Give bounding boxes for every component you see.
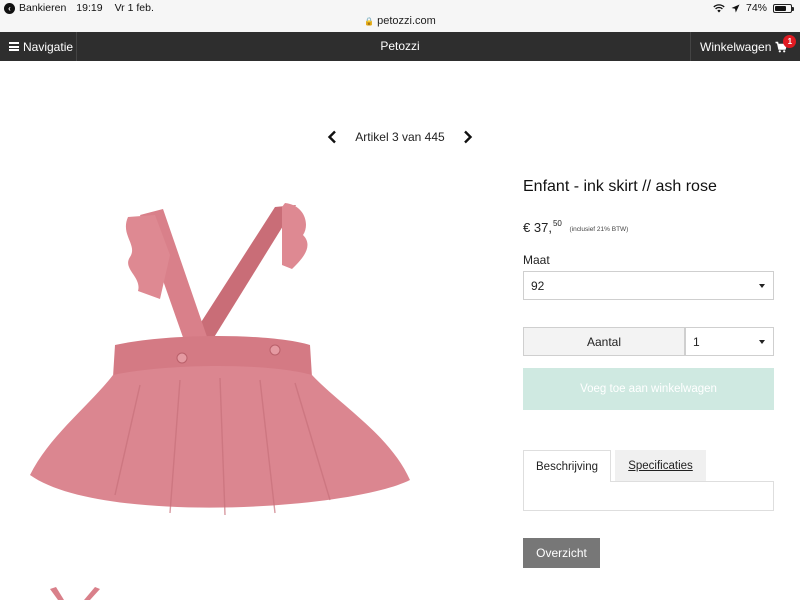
tab-content-panel [523, 481, 774, 511]
shopping-cart-icon: 1 [775, 34, 797, 53]
price-vat-note: (inclusief 21% BTW) [569, 226, 629, 233]
cart-label: Winkelwagen [700, 39, 772, 54]
product-thumbnail[interactable] [40, 585, 110, 600]
back-to-app-icon[interactable]: ‹ [4, 2, 15, 14]
size-label: Maat [523, 253, 550, 267]
product-title: Enfant - ink skirt // ash rose [523, 178, 717, 195]
product-tabs: Beschrijving Specificaties [523, 450, 706, 482]
tab-specifications[interactable]: Specificaties [615, 450, 706, 482]
quantity-label: Aantal [523, 327, 685, 356]
price-currency: € [523, 220, 531, 235]
status-time: 19:19 [76, 2, 103, 14]
battery-icon [773, 3, 794, 13]
status-date: Vr 1 feb. [114, 2, 154, 14]
wifi-icon [713, 3, 725, 12]
quantity-value: 1 [693, 334, 700, 349]
chevron-down-icon [759, 283, 765, 288]
status-left: ‹ Bankieren 19:19 Vr 1 feb. [4, 2, 154, 14]
overview-button[interactable]: Overzicht [523, 538, 600, 568]
battery-level [775, 5, 787, 11]
product-price: € 37,50 (inclusief 21% BTW) [523, 219, 628, 235]
battery-percent: 74% [745, 2, 767, 14]
size-value: 92 [531, 278, 545, 293]
status-bar: ‹ Bankieren 19:19 Vr 1 feb. 🔒 petozzi.com… [0, 0, 800, 32]
previous-article-button[interactable] [325, 126, 339, 148]
product-image[interactable] [20, 195, 420, 540]
article-pager: Artikel 3 van 445 [325, 126, 475, 148]
chevron-down-icon [759, 339, 765, 344]
cart-count-badge: 1 [783, 34, 797, 48]
next-article-button[interactable] [461, 126, 475, 148]
size-select[interactable]: 92 [523, 271, 774, 300]
url-text[interactable]: petozzi.com [377, 15, 436, 27]
add-to-cart-button[interactable]: Voeg toe aan winkelwagen [523, 368, 774, 410]
address-bar[interactable]: 🔒 petozzi.com [0, 15, 800, 27]
lock-icon: 🔒 [364, 17, 375, 26]
tab-description[interactable]: Beschrijving [523, 450, 611, 482]
chevron-left-icon [327, 130, 336, 144]
article-position: Artikel 3 van 445 [355, 130, 445, 144]
back-app-label[interactable]: Bankieren [19, 2, 66, 14]
location-arrow-icon [731, 4, 740, 12]
status-right: 74% [713, 2, 794, 14]
site-title[interactable]: Petozzi [0, 39, 800, 53]
quantity-select[interactable]: 1 [685, 327, 774, 356]
cart-button[interactable]: Winkelwagen 1 [690, 32, 800, 61]
site-navbar: Navigatie Petozzi Winkelwagen 1 [0, 32, 800, 61]
price-cents: 50 [552, 219, 562, 228]
price-whole: 37, [533, 220, 552, 235]
chevron-right-icon [464, 130, 473, 144]
